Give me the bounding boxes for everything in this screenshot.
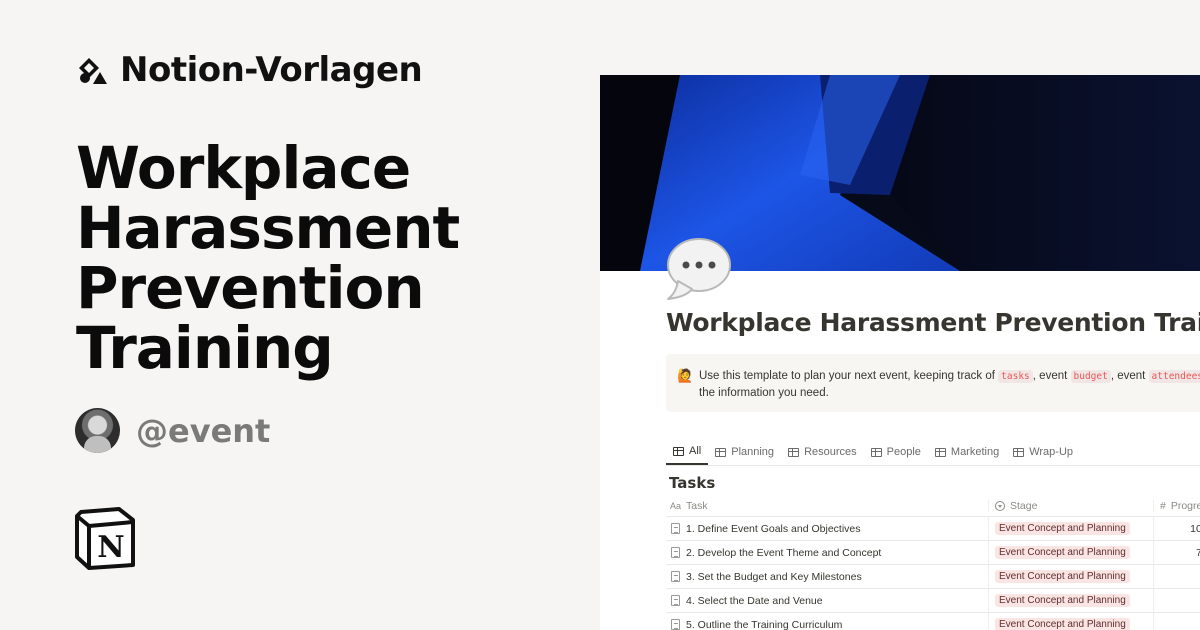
callout-text-part: , event [1110, 370, 1149, 382]
column-label: Task [686, 499, 708, 512]
column-label: Stage [1010, 499, 1038, 512]
author-handle: @event [136, 411, 271, 450]
brand[interactable]: Notion-Vorlagen [76, 50, 423, 90]
table-row[interactable]: 5. Outline the Training Curriculum Event… [666, 613, 1200, 630]
task-name: 1. Define Event Goals and Objectives [686, 522, 861, 535]
section-title: Tasks [669, 474, 716, 492]
progress-cell[interactable] [1153, 565, 1200, 588]
avatar [75, 408, 120, 453]
title-line: Workplace [76, 134, 411, 202]
view-tabs: All Planning Resources People Marketing … [666, 439, 1080, 466]
task-name: 4. Select the Date and Venue [686, 594, 823, 607]
stage-tag: Event Concept and Planning [995, 570, 1130, 583]
task-name: 5. Outline the Training Curriculum [686, 618, 843, 630]
stage-tag: Event Concept and Planning [995, 546, 1130, 559]
callout: 🙋 Use this template to plan your next ev… [666, 354, 1200, 412]
tab-label: Planning [731, 446, 775, 458]
text-property-icon: Aa [670, 500, 682, 511]
column-header-progress[interactable]: # Progress [1153, 499, 1200, 512]
page-icon [671, 547, 680, 558]
raising-hand-icon: 🙋 [677, 368, 694, 383]
table-icon [870, 447, 882, 457]
stage-cell[interactable]: Event Concept and Planning [988, 517, 1153, 540]
tab-label: All [689, 445, 702, 457]
table-icon [788, 447, 800, 457]
brand-name: Notion-Vorlagen [120, 50, 423, 90]
title-line: Harassment [76, 194, 460, 262]
notion-logo-icon: N [75, 507, 135, 570]
progress-cell[interactable] [1153, 589, 1200, 612]
tab-label: Wrap-Up [1029, 446, 1074, 458]
svg-text:N: N [97, 530, 124, 565]
task-name: 2. Develop the Event Theme and Concept [686, 546, 882, 559]
inline-code: budget [1070, 370, 1111, 383]
task-cell[interactable]: 5. Outline the Training Curriculum [666, 619, 988, 630]
template-preview: Workplace Harassment Prevention Training… [600, 75, 1200, 630]
progress-cell[interactable]: 100% [1153, 517, 1200, 540]
stage-cell[interactable]: Event Concept and Planning [988, 565, 1153, 588]
page-icon [671, 595, 680, 606]
stage-cell[interactable]: Event Concept and Planning [988, 589, 1153, 612]
table-row[interactable]: 2. Develop the Event Theme and Concept E… [666, 541, 1200, 565]
tabs-divider [666, 465, 1200, 466]
progress-cell[interactable] [1153, 613, 1200, 630]
table-row[interactable]: 3. Set the Budget and Key Milestones Eve… [666, 565, 1200, 589]
callout-line-2: the information you need. [699, 387, 829, 399]
table-icon [715, 447, 727, 457]
tab-label: Marketing [950, 446, 1000, 458]
stage-cell[interactable]: Event Concept and Planning [988, 613, 1153, 630]
table-row[interactable]: 4. Select the Date and Venue Event Conce… [666, 589, 1200, 613]
inline-code: attendees [1148, 370, 1200, 383]
table-icon [934, 447, 946, 457]
stage-tag: Event Concept and Planning [995, 522, 1130, 535]
tab-people[interactable]: People [864, 439, 928, 465]
stage-cell[interactable]: Event Concept and Planning [988, 541, 1153, 564]
stage-tag: Event Concept and Planning [995, 618, 1130, 630]
task-cell[interactable]: 4. Select the Date and Venue [666, 595, 988, 607]
page-icon [671, 619, 680, 630]
column-header-stage[interactable]: Stage [988, 499, 1153, 512]
table-header: Aa Task Stage # Progress [666, 495, 1200, 517]
template-title: Workplace Harassment Prevention Training [76, 138, 576, 378]
stage-tag: Event Concept and Planning [995, 594, 1130, 607]
tab-resources[interactable]: Resources [781, 439, 864, 465]
progress-cell[interactable]: 75% [1153, 541, 1200, 564]
notion-vorlagen-logo-icon [79, 58, 107, 84]
page-title: Workplace Harassment Prevention Training [666, 308, 1200, 337]
column-label: Progress [1170, 499, 1200, 512]
page-icon [671, 523, 680, 534]
task-cell[interactable]: 1. Define Event Goals and Objectives [666, 523, 988, 535]
column-header-task[interactable]: Aa Task [666, 500, 988, 512]
callout-text: Use this template to plan your next even… [699, 368, 1200, 402]
table-row[interactable]: 1. Define Event Goals and Objectives Eve… [666, 517, 1200, 541]
callout-text-part: Use this template to plan your next even… [699, 370, 999, 382]
select-property-icon [995, 500, 1005, 511]
table-icon [1013, 447, 1025, 457]
tab-label: People [886, 446, 921, 458]
task-cell[interactable]: 3. Set the Budget and Key Milestones [666, 571, 988, 583]
tasks-table: Aa Task Stage # Progress 1. Define Event… [666, 495, 1200, 630]
callout-text-part: , event [1032, 370, 1071, 382]
inline-code: tasks [998, 370, 1033, 383]
speech-bubble-icon [667, 238, 731, 300]
page-icon [671, 571, 680, 582]
table-icon [673, 446, 684, 456]
tab-all[interactable]: All [666, 439, 709, 465]
tab-marketing[interactable]: Marketing [928, 439, 1006, 465]
title-line: Training [76, 314, 334, 382]
tab-wrap-up[interactable]: Wrap-Up [1006, 439, 1080, 465]
task-name: 3. Set the Budget and Key Milestones [686, 570, 862, 583]
tab-label: Resources [804, 446, 857, 458]
title-line: Prevention [76, 254, 425, 322]
author[interactable]: @event [75, 408, 270, 453]
tab-planning[interactable]: Planning [708, 439, 781, 465]
number-property-icon: # [1160, 499, 1166, 512]
task-cell[interactable]: 2. Develop the Event Theme and Concept [666, 547, 988, 559]
